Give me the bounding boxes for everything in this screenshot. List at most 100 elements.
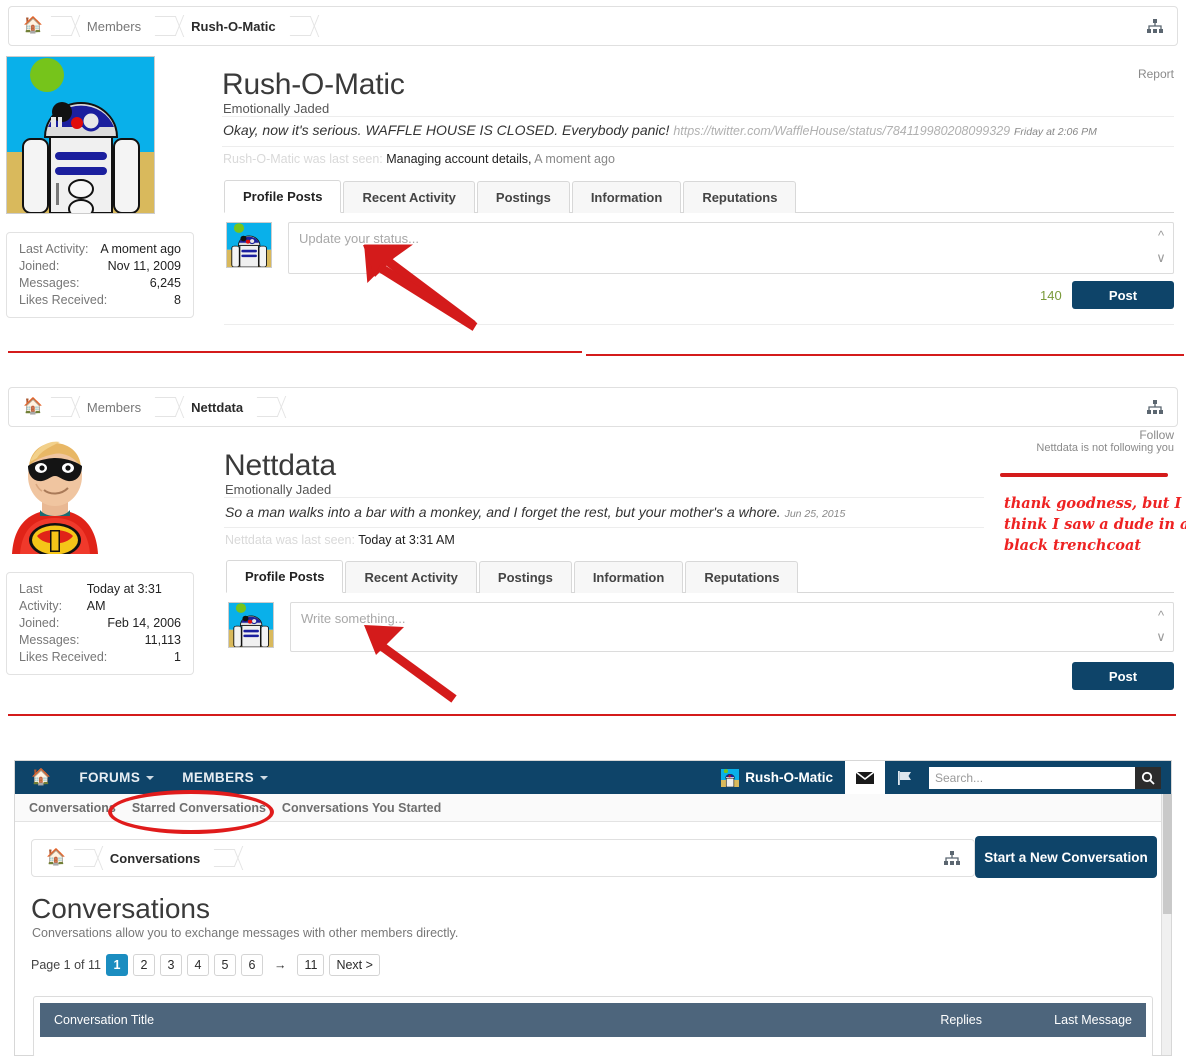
sitemap-icon[interactable] (1147, 388, 1177, 426)
envelope-icon (855, 770, 875, 784)
breadcrumb-item-current[interactable]: Nettdata (175, 388, 261, 426)
annotation-note: thank goodness, but I think I saw a dude… (1004, 495, 1186, 554)
tab-recent-activity[interactable]: Recent Activity (343, 181, 475, 213)
breadcrumb-separator (159, 388, 175, 426)
status-date: Friday at 2:06 PM (1014, 126, 1097, 138)
nav-home[interactable]: 🏠 (15, 761, 65, 794)
last-seen-prefix: Nettdata was last seen: (225, 533, 355, 547)
home-icon: 🏠 (23, 398, 43, 415)
navbar-right: Rush-O-Matic Search... (709, 761, 1171, 794)
breadcrumb-item-members[interactable]: Members (71, 7, 159, 45)
page-title: Conversations (31, 893, 210, 924)
status-text: Okay, now it's serious. WAFFLE HOUSE IS … (223, 122, 670, 138)
page-button-3[interactable]: 3 (159, 954, 182, 976)
stat-key: Messages: (19, 276, 80, 290)
breadcrumb-item-current[interactable]: Conversations (94, 840, 218, 876)
post-button[interactable]: Post (1072, 662, 1174, 690)
breadcrumb-home[interactable]: 🏠 (32, 840, 78, 876)
composer-resize-handle[interactable]: ^ ∨ (1153, 609, 1169, 645)
divider (224, 497, 984, 498)
page-button-1[interactable]: 1 (105, 954, 128, 976)
last-seen-time: Today at 3:31 AM (358, 533, 455, 547)
pagination-label: Page 1 of 11 (31, 958, 101, 972)
page-button-4[interactable]: 4 (186, 954, 209, 976)
tab-reputations[interactable]: Reputations (685, 561, 799, 593)
divider (222, 146, 1174, 147)
stat-value: Nov 11, 2009 (107, 259, 181, 273)
stat-key: Last Activity: (19, 582, 63, 613)
breadcrumb-separator (159, 7, 175, 45)
breadcrumb: 🏠 Conversations (31, 839, 975, 877)
scrollbar[interactable] (1161, 794, 1172, 1055)
tab-recent-activity[interactable]: Recent Activity (345, 561, 477, 593)
annotation-separator-line (8, 351, 582, 353)
user-title: Emotionally Jaded (225, 482, 332, 497)
page-subtitle: Conversations allow you to exchange mess… (32, 926, 459, 940)
inbox-button[interactable] (845, 761, 885, 794)
avatar[interactable] (6, 56, 155, 214)
post-button[interactable]: Post (1072, 281, 1174, 309)
r2d2-avatar (7, 57, 154, 213)
follow-button[interactable]: Follow (1139, 428, 1174, 442)
table-header-row: Conversation Title Replies Last Message (40, 1003, 1146, 1037)
page-button-6[interactable]: 6 (240, 954, 263, 976)
last-seen-line: Nettdata was last seen: Today at 3:31 AM (225, 533, 455, 547)
tab-profile-posts[interactable]: Profile Posts (224, 180, 342, 213)
nav-forums-label: FORUMS (79, 770, 141, 785)
stat-value: 8 (174, 293, 181, 307)
breadcrumb-home[interactable]: 🏠 (9, 388, 55, 426)
mr-incredible-avatar (6, 436, 104, 554)
status-text: So a man walks into a bar with a monkey,… (225, 504, 781, 520)
tab-information[interactable]: Information (571, 181, 682, 213)
stat-row: Likes Received: 1 (19, 649, 181, 666)
home-icon: 🏠 (23, 17, 43, 34)
nav-members-label: MEMBERS (182, 770, 255, 785)
tab-postings[interactable]: Postings (478, 561, 572, 593)
search-input[interactable]: Search... (929, 766, 1135, 789)
status-link[interactable]: https://twitter.com/WaffleHouse/status/7… (673, 124, 1010, 138)
start-new-conversation-button[interactable]: Start a New Conversation (975, 836, 1157, 878)
composer-avatar[interactable] (228, 602, 274, 648)
breadcrumb-item-members[interactable]: Members (71, 388, 159, 426)
composer-avatar[interactable] (226, 222, 272, 268)
composer-resize-handle[interactable]: ^ ∨ (1153, 229, 1169, 266)
nav-user-menu[interactable]: Rush-O-Matic (709, 761, 845, 794)
nav-forums[interactable]: FORUMS (65, 761, 168, 794)
page-button-5[interactable]: 5 (213, 954, 236, 976)
breadcrumb-separator (55, 388, 71, 426)
scrollbar-thumb[interactable] (1163, 794, 1172, 914)
status-message: So a man walks into a bar with a monkey,… (225, 504, 985, 520)
profile-tabs: Profile Posts Recent Activity Postings I… (224, 179, 1174, 213)
pagination-ellipsis-icon: → (273, 958, 287, 972)
stat-key: Last Activity: (19, 242, 89, 256)
tab-profile-posts[interactable]: Profile Posts (226, 560, 344, 593)
breadcrumb-home[interactable]: 🏠 (9, 7, 55, 45)
tab-postings[interactable]: Postings (476, 181, 570, 213)
sitemap-icon[interactable] (1147, 7, 1177, 45)
tab-information[interactable]: Information (573, 561, 684, 593)
alerts-button[interactable] (885, 761, 925, 794)
status-message: Okay, now it's serious. WAFFLE HOUSE IS … (223, 122, 1173, 138)
breadcrumb-separator (294, 7, 310, 45)
avatar[interactable] (6, 436, 104, 554)
stat-key: Joined: (19, 259, 60, 273)
column-header-last-message[interactable]: Last Message (982, 1013, 1132, 1027)
sitemap-icon[interactable] (944, 840, 974, 876)
page-button-2[interactable]: 2 (132, 954, 155, 976)
conversations-table: Conversation Title Replies Last Message (33, 996, 1153, 1056)
divider (222, 116, 1174, 117)
column-header-title[interactable]: Conversation Title (54, 1013, 832, 1027)
last-seen-activity[interactable]: Managing account details, (386, 152, 531, 166)
page-title: Nettdata (224, 449, 336, 482)
report-link[interactable]: Report (1138, 67, 1174, 81)
column-header-replies[interactable]: Replies (832, 1013, 982, 1027)
next-page-button[interactable]: Next > (329, 954, 380, 976)
annotation-underline (1000, 473, 1168, 477)
tab-reputations[interactable]: Reputations (683, 181, 797, 213)
follow-block: Follow Nettdata is not following you (1036, 428, 1174, 454)
subnav-conversations-you-started[interactable]: Conversations You Started (282, 801, 457, 815)
breadcrumb-item-current[interactable]: Rush-O-Matic (175, 7, 294, 45)
page-button-last[interactable]: 11 (297, 954, 325, 976)
r2d2-avatar-small (227, 223, 271, 267)
search-button[interactable] (1135, 766, 1161, 789)
